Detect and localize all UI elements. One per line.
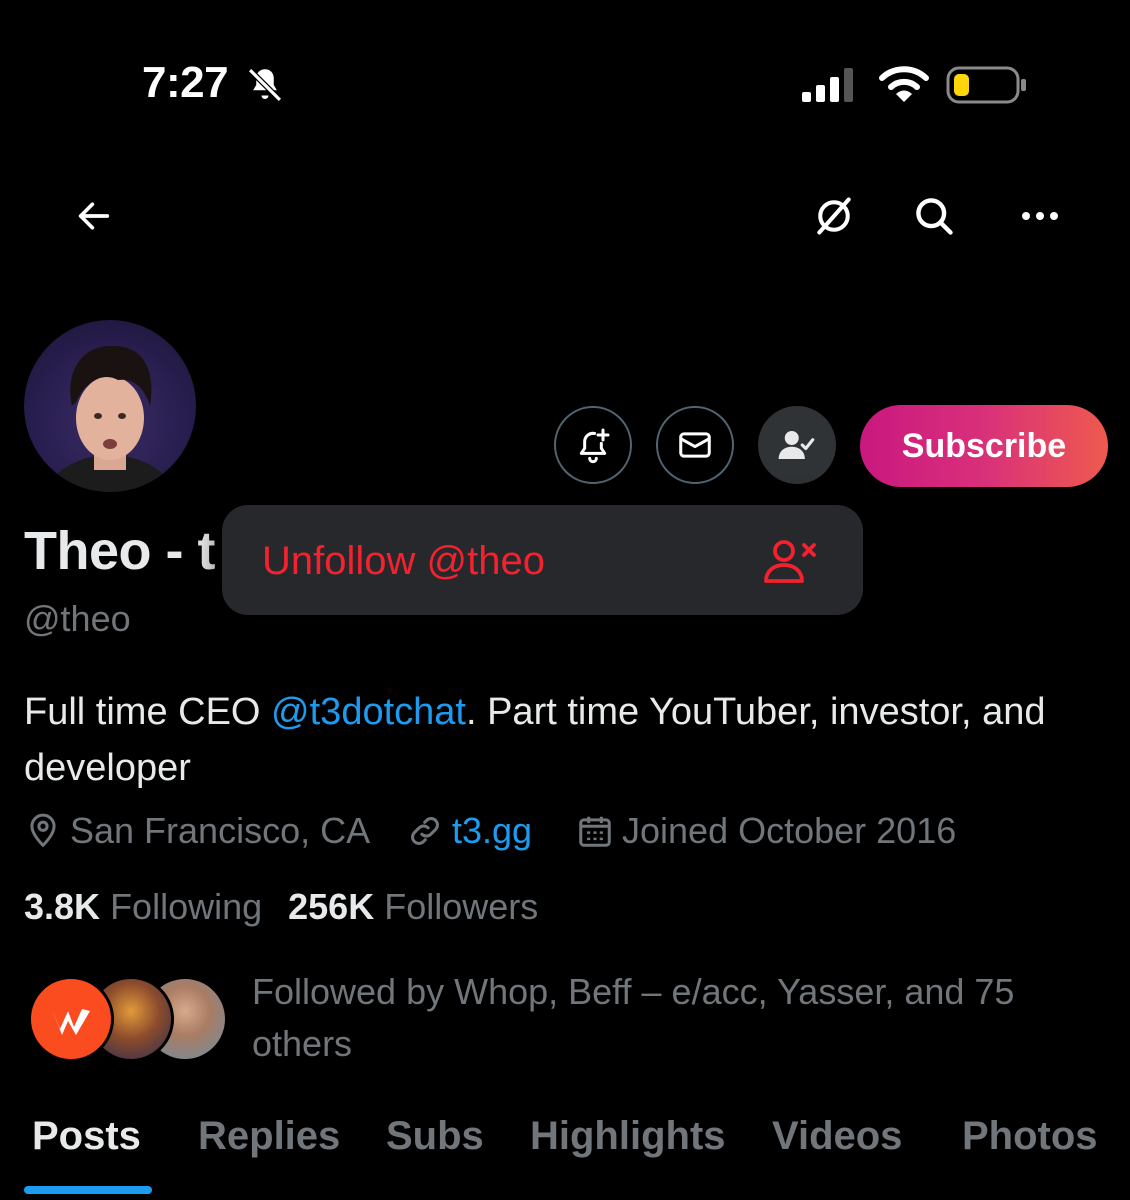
envelope-icon (679, 432, 711, 458)
link-icon (411, 817, 439, 845)
location-row: San Francisco, CA (24, 810, 370, 852)
bio-text-prefix: Full time CEO (24, 691, 272, 733)
back-arrow-icon[interactable] (64, 186, 124, 246)
followers-label: Followers (384, 886, 539, 927)
bio-mention-link[interactable]: @t3dotchat (271, 691, 466, 733)
whop-logo-icon (52, 1009, 90, 1035)
following-button[interactable] (758, 406, 836, 484)
wifi-icon (878, 64, 930, 109)
message-button[interactable] (656, 406, 734, 484)
followers-link[interactable]: 256K Followers (288, 886, 538, 927)
person-remove-icon[interactable] (762, 535, 818, 592)
tab-videos[interactable]: Videos (772, 1114, 902, 1159)
active-tab-indicator (24, 1186, 152, 1194)
grok-icon[interactable] (804, 186, 864, 246)
website-row[interactable]: t3.gg (406, 810, 532, 852)
more-icon[interactable] (1010, 186, 1070, 246)
followed-by-text[interactable]: Followed by Whop, Beff – e/acc, Yasser, … (252, 966, 1072, 1070)
profile-avatar[interactable] (24, 320, 196, 492)
tab-photos[interactable]: Photos (962, 1114, 1098, 1159)
search-icon[interactable] (904, 186, 964, 246)
battery-low-icon (946, 66, 1028, 109)
profile-bio: Full time CEO @t3dotchat. Part time YouT… (24, 684, 1104, 796)
unfollow-menu-item[interactable]: Unfollow @theo (262, 539, 545, 584)
cellular-signal-icon (802, 68, 858, 107)
status-time: 7:27 (142, 58, 229, 107)
tab-replies[interactable]: Replies (198, 1114, 340, 1159)
location-text: San Francisco, CA (70, 810, 371, 851)
following-count: 3.8K (24, 886, 101, 927)
joined-text: Joined October 2016 (622, 810, 957, 851)
follow-counts: 3.8K Following 256K Followers (24, 886, 538, 928)
following-label: Following (110, 886, 263, 927)
tab-posts[interactable]: Posts (32, 1114, 141, 1159)
tab-highlights[interactable]: Highlights (530, 1114, 726, 1159)
subscribe-button[interactable]: Subscribe (860, 405, 1108, 487)
follower-avatar-whop[interactable] (28, 976, 114, 1062)
location-pin-icon (30, 813, 56, 848)
notify-button[interactable] (554, 406, 632, 484)
display-name: Theo - t (24, 521, 215, 581)
website-link[interactable]: t3.gg (452, 810, 532, 852)
unfollow-menu: Unfollow @theo (222, 505, 863, 615)
joined-row: Joined October 2016 (576, 810, 956, 852)
bell-plus-icon (579, 428, 610, 464)
person-check-icon (778, 431, 815, 459)
calendar-icon (579, 816, 611, 847)
profile-handle: @theo (24, 598, 131, 639)
tab-subs[interactable]: Subs (386, 1114, 484, 1159)
followers-count: 256K (288, 886, 375, 927)
following-link[interactable]: 3.8K Following (24, 886, 262, 927)
bell-muted-icon (244, 64, 286, 111)
